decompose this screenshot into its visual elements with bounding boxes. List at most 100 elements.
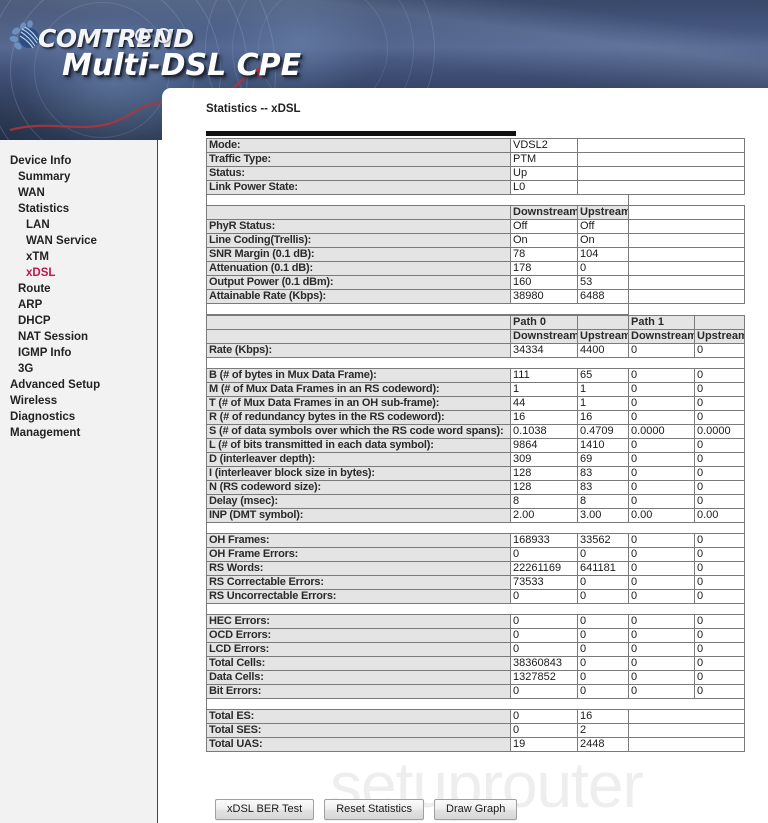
row-label: I (interleaver block size in bytes): [206,466,511,481]
row-value: Up [510,166,578,181]
row-filler [628,261,745,276]
row-value-p1-upstream: 0 [694,547,745,562]
row-value-p1-downstream: 0 [628,343,695,358]
sidebar-item-statistics[interactable]: Statistics [0,201,157,217]
sidebar-item-nat-session[interactable]: NAT Session [0,329,157,345]
row-value-p0-downstream: 168933 [510,533,578,548]
row-value-p1-upstream: 0 [694,494,745,509]
table-spacer-row [206,698,745,710]
sidebar-item-lan[interactable]: LAN [0,217,157,233]
row-value-p0-upstream: 83 [577,480,629,495]
sidebar-item-xtm[interactable]: xTM [0,249,157,265]
dir-header-p0-downstream: Downstream [510,329,578,344]
row-label: Mode: [206,138,511,153]
row-value-p0-upstream: 3.00 [577,508,629,523]
row-label: OH Frames: [206,533,511,548]
row-value-p0-downstream: 128 [510,480,578,495]
sidebar-item-wan[interactable]: WAN [0,185,157,201]
table-row: L (# of bits transmitted in each data sy… [206,438,745,453]
row-filler [577,138,745,153]
row-value-p0-downstream: 2.00 [510,508,578,523]
row-value-p0-downstream: 128 [510,466,578,481]
table-spacer-row [206,522,745,534]
table-row: Attainable Rate (Kbps): 38980 6488 [206,289,745,304]
direction-header-row: Downstream Upstream Downstream Upstream [206,329,745,344]
row-value-upstream: 0 [577,261,629,276]
table-row: Total ES: 0 16 [206,709,745,724]
dir-header-blank [206,329,511,344]
dir-header-p0-upstream: Upstream [577,329,629,344]
row-label: Data Cells: [206,670,511,685]
row-value-p0-downstream: 1327852 [510,670,578,685]
draw-graph-button[interactable]: Draw Graph [434,799,518,820]
row-value-p0-downstream: 309 [510,452,578,467]
table-row: PhyR Status: Off Off [206,219,745,234]
row-label: Link Power State: [206,180,511,195]
sidebar-item-arp[interactable]: ARP [0,297,157,313]
row-filler [628,709,745,724]
row-value-p1-upstream: 0 [694,466,745,481]
table-row: OH Frame Errors: 0 0 0 0 [206,547,745,562]
table-row: LCD Errors: 0 0 0 0 [206,642,745,657]
table-spacer-row [206,603,745,615]
row-value-p1-downstream: 0 [628,382,695,397]
sidebar-item-management[interactable]: Management [0,425,157,441]
row-label: Attenuation (0.1 dB): [206,261,511,276]
sidebar-item-route[interactable]: Route [0,281,157,297]
row-value-p0-upstream: 65 [577,368,629,383]
sidebar-item-summary[interactable]: Summary [0,169,157,185]
row-value-p1-upstream: 0 [694,343,745,358]
sidebar-item-diagnostics[interactable]: Diagnostics [0,409,157,425]
row-filler [628,275,745,290]
row-value-p0-downstream: 0.1038 [510,424,578,439]
sidebar-item-wireless[interactable]: Wireless [0,393,157,409]
table-top-rule [206,131,516,136]
sidebar-item-3g[interactable]: 3G [0,361,157,377]
row-value-p1-upstream: 0 [694,575,745,590]
row-value-p1-upstream: 0.00 [694,508,745,523]
row-value-p1-upstream: 0 [694,396,745,411]
sidebar-item-device-info[interactable]: Device Info [0,153,157,169]
row-value-p1-downstream: 0 [628,438,695,453]
row-value-downstream: 0 [510,723,578,738]
content-panel: Statistics -- xDSL setuprouter Mode: VDSL… [162,88,768,823]
row-value-p0-upstream: 69 [577,452,629,467]
sidebar-item-wan-service[interactable]: WAN Service [0,233,157,249]
table-row: HEC Errors: 0 0 0 0 [206,614,745,629]
sidebar-item-igmp-info[interactable]: IGMP Info [0,345,157,361]
reset-statistics-button[interactable]: Reset Statistics [324,799,425,820]
sidebar-item-advanced-setup[interactable]: Advanced Setup [0,377,157,393]
row-value-p1-upstream: 0.0000 [694,424,745,439]
spacer-cell [206,698,745,710]
row-value-p0-upstream: 8 [577,494,629,509]
sidebar-nav: Device Info Summary WAN Statistics LAN WAN Se… [0,140,158,823]
row-value-downstream: Off [510,219,578,234]
row-value-p0-downstream: 0 [510,589,578,604]
row-value-p0-upstream: 0.4709 [577,424,629,439]
table-row: OH Frames: 168933 33562 0 0 [206,533,745,548]
table-row: Mode: VDSL2 [206,138,745,153]
path-header-path1: Path 1 [628,315,695,330]
spacer-cell [206,303,629,315]
table-row: INP (DMT symbol): 2.00 3.00 0.00 0.00 [206,508,745,523]
sidebar-item-xdsl[interactable]: xDSL [0,265,157,281]
table-row: M (# of Mux Data Frames in an RS codewor… [206,382,745,397]
row-value: L0 [510,180,578,195]
row-value-p0-downstream: 9864 [510,438,578,453]
row-value-p0-upstream: 1410 [577,438,629,453]
row-value-upstream: Off [577,219,629,234]
sidebar-item-list: Device Info Summary WAN Statistics LAN WAN Se… [0,153,157,441]
row-label: Total ES: [206,709,511,724]
row-label: L (# of bits transmitted in each data sy… [206,438,511,453]
table-spacer-row [206,194,745,206]
row-value-p0-upstream: 0 [577,628,629,643]
row-value-p0-upstream: 0 [577,656,629,671]
table-row: Link Power State: L0 [206,180,745,195]
sidebar-item-dhcp[interactable]: DHCP [0,313,157,329]
row-label: PhyR Status: [206,219,511,234]
table-spacer-row [206,303,745,315]
xdsl-ber-test-button[interactable]: xDSL BER Test [215,799,315,820]
row-value-p0-downstream: 0 [510,628,578,643]
dir-header-p1-upstream: Upstream [694,329,745,344]
row-value-p0-upstream: 16 [577,410,629,425]
